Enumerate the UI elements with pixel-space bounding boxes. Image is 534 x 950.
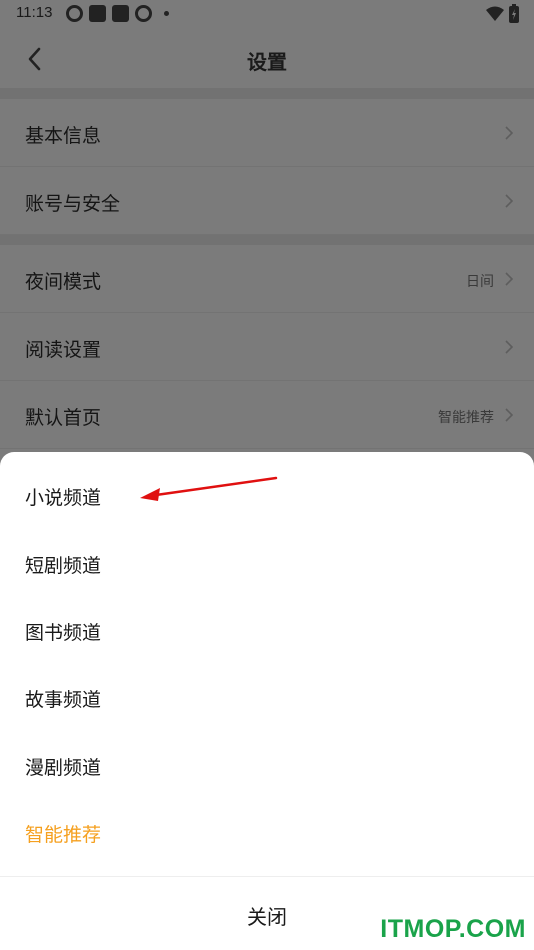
option-comic-drama-channel[interactable]: 漫剧频道 [0, 731, 534, 798]
wifi-icon [486, 6, 504, 21]
settings-item-reading-settings[interactable]: 阅读设置 [0, 313, 534, 381]
section-gap [0, 88, 534, 99]
option-story-channel[interactable]: 故事频道 [0, 663, 534, 730]
chevron-right-icon [505, 272, 514, 286]
nav-bar: 设置 [0, 30, 534, 88]
status-bar: 11:13 [0, 0, 534, 30]
system-icons [486, 4, 520, 24]
settings-item-label: 账号与安全 [25, 193, 121, 215]
option-label: 短剧频道 [25, 555, 102, 577]
option-label: 智能推荐 [25, 824, 102, 846]
section-gap [0, 235, 534, 245]
site-watermark: ITMOP.COM [380, 915, 526, 943]
option-label: 小说频道 [25, 487, 102, 509]
chevron-right-icon [505, 408, 514, 422]
settings-item-label: 默认首页 [25, 407, 102, 429]
settings-item-label: 夜间模式 [25, 271, 102, 293]
option-book-channel[interactable]: 图书频道 [0, 596, 534, 663]
settings-item-value: 智能推荐 [438, 410, 494, 426]
app-notification-icon [112, 5, 129, 22]
red-arrow-annotation [140, 476, 278, 501]
settings-item-label: 阅读设置 [25, 339, 102, 361]
option-label: 漫剧频道 [25, 757, 102, 779]
option-short-drama-channel[interactable]: 短剧频道 [0, 529, 534, 596]
app-notification-icon [66, 5, 83, 22]
option-label: 故事频道 [25, 689, 102, 711]
chevron-right-icon [505, 340, 514, 354]
settings-item-default-home[interactable]: 默认首页 智能推荐 [0, 381, 534, 449]
settings-item-basic-info[interactable]: 基本信息 [0, 99, 534, 167]
page-title: 设置 [247, 50, 287, 74]
settings-item-label: 基本信息 [25, 125, 102, 147]
option-label: 图书频道 [25, 622, 102, 644]
settings-item-night-mode[interactable]: 夜间模式 日间 [0, 245, 534, 313]
app-notification-icon [135, 5, 152, 22]
settings-item-account-security[interactable]: 账号与安全 [0, 167, 534, 235]
notification-icons [66, 5, 169, 22]
app-notification-icon [89, 5, 106, 22]
option-smart-recommend-selected[interactable]: 智能推荐 [0, 798, 534, 865]
settings-item-value: 日间 [466, 274, 494, 290]
chevron-right-icon [505, 194, 514, 208]
chevron-right-icon [505, 126, 514, 140]
status-time: 11:13 [16, 4, 53, 21]
default-home-bottom-sheet: 小说频道 短剧频道 图书频道 故事频道 漫剧频道 智能推荐 关闭 [0, 452, 534, 950]
more-notifications-icon [164, 11, 169, 16]
battery-icon [509, 4, 519, 23]
